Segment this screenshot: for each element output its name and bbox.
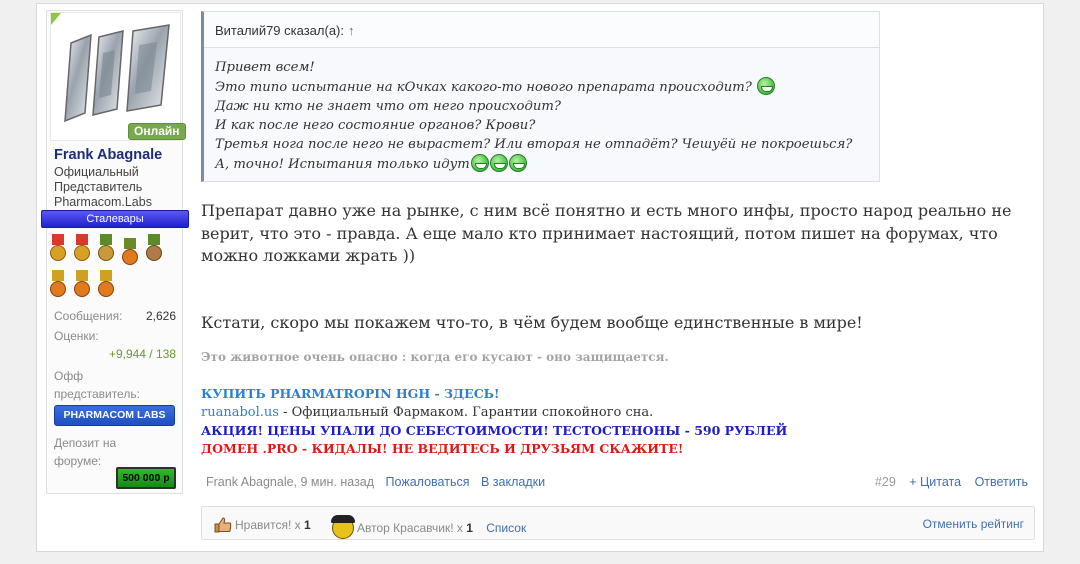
medal-icon[interactable] <box>48 234 68 264</box>
stat-messages: Сообщения: 2,626 <box>54 308 178 324</box>
stat-label: Депозит на <box>54 436 117 450</box>
cool-smiley-icon <box>331 515 355 539</box>
stat-label: Офф <box>54 369 84 383</box>
avatar[interactable] <box>50 12 181 141</box>
signature-promo[interactable]: АКЦИЯ! ЦЕНЫ УПАЛИ ДО СЕБЕСТОИМОСТИ! ТЕСТ… <box>201 423 787 438</box>
post-actions: #29 + Цитата Ответить <box>865 475 1028 489</box>
quote-line: А, точно! Испытания только идут <box>215 154 852 174</box>
report-link[interactable]: Пожаловаться <box>386 475 470 489</box>
cancel-rating-link[interactable]: Отменить рейтинг <box>923 517 1024 531</box>
rating-label: Нравится! <box>235 518 292 532</box>
message-paragraph: Препарат давно уже на рынке, с ним всё п… <box>201 201 1012 265</box>
quote-line-text: А, точно! Испытания только идут <box>215 157 470 172</box>
user-group-banner: Сталевары <box>41 210 189 228</box>
quote-line: Это типо испытание на кОчках какого-то н… <box>215 77 852 97</box>
post-meta: Frank Abagnale, 9 мин. назад Пожаловатьс… <box>206 475 545 489</box>
signature-quote: Это животное очень опасно : когда его ку… <box>201 350 669 364</box>
stat-label: Сообщения: <box>54 309 123 323</box>
stat-label: представитель: <box>54 387 140 401</box>
quote-jump-icon[interactable]: ↑ <box>348 23 355 38</box>
rating-count-prefix: x <box>456 521 463 535</box>
quote-line-text: Это типо испытание на кОчках какого-то н… <box>215 80 752 95</box>
user-title: Официальный Представитель Pharmacom.Labs <box>54 165 182 210</box>
quote-line: И как после него состояние органов? Кров… <box>215 118 536 133</box>
stat-label: Оценки: <box>54 329 99 343</box>
signature-site-link[interactable]: ruanabol.us <box>201 405 279 420</box>
signature-site-desc: - Официальный Фармаком. Гарантии спокойн… <box>278 405 654 420</box>
user-title-line: Представитель <box>54 180 143 194</box>
rating-count: 1 <box>466 521 473 535</box>
quote-block: Виталий79 сказал(а): ↑ Привет всем! Это т… <box>201 11 880 182</box>
grin-smiley-icon <box>489 154 508 172</box>
grin-smiley-icon <box>470 154 489 172</box>
stat-rep-2: представитель: <box>54 386 178 402</box>
trophy-list <box>48 234 178 302</box>
quote-button[interactable]: + Цитата <box>909 475 961 489</box>
rating-count-prefix: x <box>294 518 301 532</box>
signature-site-line: ruanabol.us - Официальный Фармаком. Гара… <box>201 405 653 420</box>
bookmark-link[interactable]: В закладки <box>481 475 545 489</box>
stat-rep: Офф <box>54 368 178 384</box>
stat-value[interactable]: 2,626 <box>146 308 176 324</box>
reply-button[interactable]: Ответить <box>975 475 1028 489</box>
bear-medal-icon[interactable] <box>96 270 116 300</box>
medal-icon[interactable] <box>96 234 116 264</box>
stat-label: форуме: <box>54 454 102 468</box>
user-title-line: Официальный <box>54 165 139 179</box>
grin-smiley-icon <box>757 77 776 95</box>
pharmacom-labs-button[interactable]: PHARMACOM LABS <box>54 405 175 426</box>
bear-medal-icon[interactable] <box>72 270 92 300</box>
user-title-line: Pharmacom.Labs <box>54 195 152 209</box>
signature-warning[interactable]: ДОМЕН .PRO - КИДАЛЫ! НЕ ВЕДИТЕСЬ И ДРУЗЬ… <box>201 441 683 456</box>
rating-cool: Автор Красавчик! x 1 Список <box>331 515 526 539</box>
ratings-list-link[interactable]: Список <box>486 521 526 535</box>
stat-deposit: Депозит на <box>54 435 178 451</box>
quote-line: Привет всем! <box>215 60 315 75</box>
avatar-logo-icon <box>51 13 170 123</box>
stat-value[interactable]: +9,944 / 138 <box>109 346 176 362</box>
medal-icon[interactable] <box>144 234 164 264</box>
quote-line: Даж ни кто не знает что от него происход… <box>215 99 561 114</box>
signature-buy-link[interactable]: КУПИТЬ PHARMATROPIN HGH - ЗДЕСЬ! <box>201 386 499 401</box>
thumbs-up-icon <box>214 517 232 533</box>
medal-icon[interactable] <box>72 234 92 264</box>
quote-header: Виталий79 сказал(а): ↑ <box>204 12 879 48</box>
deposit-badge: 500 000 р <box>116 467 176 489</box>
rating-like: Нравится! x 1 <box>214 517 311 533</box>
post-number[interactable]: #29 <box>875 475 896 489</box>
rating-count: 1 <box>303 518 311 532</box>
stat-ratings: Оценки: <box>54 328 178 344</box>
stat-ratings-value-row: +9,944 / 138 <box>54 346 178 362</box>
message-paragraph: Кстати, скоро мы покажем что-то, в чём б… <box>201 313 863 332</box>
bear-medal-icon[interactable] <box>48 270 68 300</box>
rating-label: Автор Красавчик! <box>357 521 454 535</box>
quote-author-text: Виталий79 сказал(а): <box>215 23 344 38</box>
quote-body: Привет всем! Это типо испытание на кОчка… <box>215 58 852 174</box>
grin-smiley-icon <box>508 154 527 172</box>
bear-medal-icon[interactable] <box>120 238 140 268</box>
username[interactable]: Frank Abagnale <box>54 147 162 163</box>
post-author-time[interactable]: Frank Abagnale, 9 мин. назад <box>206 475 374 489</box>
online-status-badge: Онлайн <box>128 123 186 140</box>
quote-author[interactable]: Виталий79 сказал(а): ↑ <box>215 23 354 38</box>
quote-line: Третья нога после него не вырастет? Или … <box>215 137 853 152</box>
ratings-bar: Нравится! x 1 Автор Красавчик! x 1 Списо… <box>201 506 1035 540</box>
